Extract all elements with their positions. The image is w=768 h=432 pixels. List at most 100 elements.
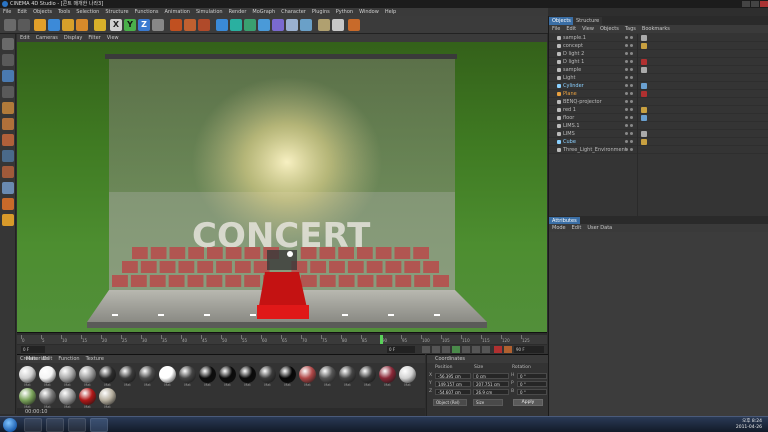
visibility-render-icon[interactable] xyxy=(630,84,633,87)
make-editable-icon[interactable] xyxy=(2,38,14,50)
material-swatch[interactable] xyxy=(59,388,76,405)
object-row[interactable]: LIMS xyxy=(549,130,768,138)
material-swatch[interactable] xyxy=(79,366,96,383)
visibility-render-icon[interactable] xyxy=(630,60,633,63)
axis-z-icon[interactable]: Z xyxy=(138,19,150,31)
snap-icon[interactable] xyxy=(2,182,14,194)
menu-character[interactable]: Character xyxy=(278,8,309,16)
position-y-field[interactable]: 149.157 cm xyxy=(435,381,471,387)
visibility-render-icon[interactable] xyxy=(630,116,633,119)
deformer-icon[interactable] xyxy=(286,19,298,31)
move-icon[interactable] xyxy=(48,19,60,31)
start-frame-field[interactable]: 0 F xyxy=(21,346,45,353)
start-button[interactable] xyxy=(3,418,17,432)
scene-icon[interactable] xyxy=(300,19,312,31)
material-swatch[interactable] xyxy=(379,366,396,383)
material-tag-icon[interactable] xyxy=(641,83,647,89)
edit-render-settings-icon[interactable] xyxy=(198,19,210,31)
size-x-field[interactable]: 0 cm xyxy=(473,373,509,379)
material-swatch[interactable] xyxy=(199,366,216,383)
material-swatch[interactable] xyxy=(319,366,336,383)
material-swatch[interactable] xyxy=(99,388,116,405)
object-menu-tags[interactable]: Tags xyxy=(622,25,639,33)
object-row[interactable]: Light xyxy=(549,74,768,82)
edges-mode-icon[interactable] xyxy=(2,118,14,130)
menu-selection[interactable]: Selection xyxy=(73,8,102,16)
lock-workplane-icon[interactable] xyxy=(2,214,14,226)
material-swatch[interactable] xyxy=(19,366,36,383)
viewport-menu-filter[interactable]: Filter xyxy=(85,34,103,42)
object-menu-objects[interactable]: Objects xyxy=(597,25,622,33)
render-view-icon[interactable] xyxy=(170,19,182,31)
visibility-render-icon[interactable] xyxy=(630,36,633,39)
next-key-icon[interactable] xyxy=(472,346,480,353)
goto-end-icon[interactable] xyxy=(482,346,490,353)
material-tag-icon[interactable] xyxy=(641,131,647,137)
size-y-field[interactable]: 207.751 cm xyxy=(473,381,509,387)
attributes-menu-user-data[interactable]: User Data xyxy=(584,224,615,232)
material-tag-icon[interactable] xyxy=(641,107,647,113)
menu-functions[interactable]: Functions xyxy=(132,8,162,16)
visibility-editor-icon[interactable] xyxy=(625,132,628,135)
position-z-field[interactable]: -54.607 cm xyxy=(435,389,471,395)
texture-mode-icon[interactable] xyxy=(2,86,14,98)
visibility-render-icon[interactable] xyxy=(630,140,633,143)
menu-mograph[interactable]: MoGraph xyxy=(249,8,278,16)
prev-key-icon[interactable] xyxy=(432,346,440,353)
visibility-editor-icon[interactable] xyxy=(625,76,628,79)
workplane-icon[interactable] xyxy=(2,198,14,210)
menu-window[interactable]: Window xyxy=(356,8,382,16)
viewport-menu-display[interactable]: Display xyxy=(61,34,85,42)
visibility-editor-icon[interactable] xyxy=(625,92,628,95)
cube-icon[interactable] xyxy=(216,19,228,31)
visibility-editor-icon[interactable] xyxy=(625,124,628,127)
material-swatch[interactable] xyxy=(19,388,36,405)
visibility-render-icon[interactable] xyxy=(630,68,633,71)
visibility-render-icon[interactable] xyxy=(630,52,633,55)
next-frame-icon[interactable] xyxy=(462,346,470,353)
points-mode-icon[interactable] xyxy=(2,102,14,114)
visibility-render-icon[interactable] xyxy=(630,76,633,79)
axis-x-icon[interactable]: X xyxy=(110,19,122,31)
menu-simulation[interactable]: Simulation xyxy=(193,8,226,16)
visibility-editor-icon[interactable] xyxy=(625,84,628,87)
rotation-p-field[interactable]: 0 ° xyxy=(517,381,547,387)
material-tag-icon[interactable] xyxy=(641,139,647,145)
object-row[interactable]: concept xyxy=(549,42,768,50)
close-icon[interactable] xyxy=(760,1,768,7)
axis-y-icon[interactable]: Y xyxy=(124,19,136,31)
object-row[interactable]: sample.1 xyxy=(549,34,768,42)
viewport-menu-edit[interactable]: Edit xyxy=(17,34,33,42)
cinema4d-taskbar-icon[interactable] xyxy=(90,418,108,432)
material-swatch[interactable] xyxy=(179,366,196,383)
position-x-field[interactable]: -56.395 cm xyxy=(435,373,471,379)
material-swatch[interactable] xyxy=(39,388,56,405)
minimize-icon[interactable] xyxy=(742,1,750,7)
visibility-editor-icon[interactable] xyxy=(625,68,628,71)
object-row[interactable]: Cube xyxy=(549,138,768,146)
ie-taskbar-icon[interactable] xyxy=(24,418,42,432)
object-row[interactable]: red 1 xyxy=(549,106,768,114)
object-mode-icon[interactable] xyxy=(2,70,14,82)
attributes-menu-mode[interactable]: Mode xyxy=(549,224,569,232)
last-tool-icon[interactable] xyxy=(94,19,106,31)
visibility-render-icon[interactable] xyxy=(630,132,633,135)
folder-taskbar-icon[interactable] xyxy=(46,418,64,432)
object-row[interactable]: sample xyxy=(549,66,768,74)
visibility-render-icon[interactable] xyxy=(630,44,633,47)
material-menu-function[interactable]: Function xyxy=(55,355,82,363)
material-swatch[interactable] xyxy=(259,366,276,383)
visibility-editor-icon[interactable] xyxy=(625,44,628,47)
tweak-mode-icon[interactable] xyxy=(2,166,14,178)
tab-structure[interactable]: Structure xyxy=(573,17,603,25)
play-icon[interactable] xyxy=(452,346,460,353)
undo-icon[interactable] xyxy=(4,19,16,31)
media-taskbar-icon[interactable] xyxy=(68,418,86,432)
material-menu-texture[interactable]: Texture xyxy=(83,355,107,363)
rotation-h-field[interactable]: 0 ° xyxy=(517,373,547,379)
visibility-editor-icon[interactable] xyxy=(625,140,628,143)
visibility-editor-icon[interactable] xyxy=(625,116,628,119)
redo-icon[interactable] xyxy=(18,19,30,31)
size-mode-select[interactable]: Size xyxy=(473,399,503,406)
apply-button[interactable]: Apply xyxy=(513,399,543,406)
